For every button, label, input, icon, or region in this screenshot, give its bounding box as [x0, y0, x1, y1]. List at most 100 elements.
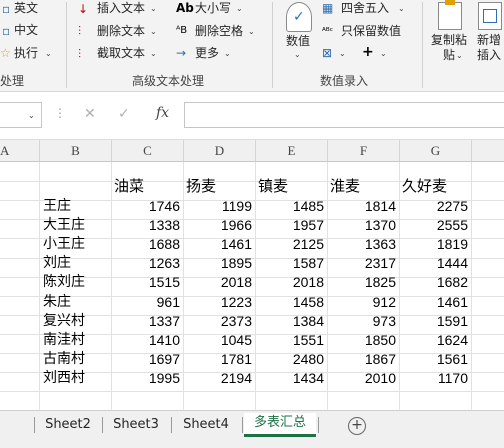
value-cell[interactable]: 1551 — [256, 331, 328, 350]
value-cell[interactable]: 1697 — [112, 350, 184, 369]
cancel-icon[interactable]: ✕ — [84, 106, 96, 122]
column-header-b[interactable]: B — [40, 140, 112, 162]
value-cell[interactable]: 1461 — [184, 235, 256, 254]
row-name-cell[interactable]: 南洼村 — [40, 331, 112, 350]
header-cell[interactable]: 淮麦 — [328, 177, 400, 196]
value-cell[interactable]: 2555 — [400, 216, 472, 235]
value-cell[interactable]: 1199 — [184, 197, 256, 216]
tab-sheet4[interactable]: Sheet4 — [173, 415, 239, 437]
value-cell[interactable]: 2018 — [184, 273, 256, 292]
value-cell[interactable]: 1895 — [184, 254, 256, 273]
group-label-numeric-entry: 数值录入 — [320, 74, 369, 88]
value-cell[interactable]: 2317 — [328, 254, 400, 273]
value-cell[interactable]: 1263 — [112, 254, 184, 273]
value-cell[interactable]: 2018 — [256, 273, 328, 292]
header-cell[interactable]: 扬麦 — [184, 177, 256, 196]
row-name-cell[interactable]: 刘西村 — [40, 369, 112, 388]
value-cell[interactable]: 1485 — [256, 197, 328, 216]
chevron-down-icon: ⌄ — [45, 49, 52, 58]
numeric-button[interactable]: 数值 — [286, 33, 310, 49]
row-name-cell[interactable]: 陈刘庄 — [40, 273, 112, 292]
chinese-button[interactable]: 中文 — [14, 22, 38, 38]
value-cell[interactable]: 1957 — [256, 216, 328, 235]
value-cell[interactable]: 1867 — [328, 350, 400, 369]
value-cell[interactable]: 961 — [112, 293, 184, 312]
row-name-cell[interactable]: 复兴村 — [40, 312, 112, 331]
column-header-e[interactable]: E — [256, 140, 328, 162]
insert-text-button[interactable]: 插入文本 — [97, 0, 145, 16]
value-cell[interactable]: 1819 — [400, 235, 472, 254]
row-name-cell[interactable]: 朱庄 — [40, 293, 112, 312]
tab-sheet2[interactable]: Sheet2 — [36, 415, 100, 437]
tab-sheet3[interactable]: Sheet3 — [104, 415, 168, 437]
value-cell[interactable]: 1591 — [400, 312, 472, 331]
value-cell[interactable]: 2373 — [184, 312, 256, 331]
sheet-tab-bar: Sheet2 Sheet3 Sheet4 多表汇总 + — [0, 410, 504, 448]
column-header-g[interactable]: G — [400, 140, 472, 162]
value-cell[interactable]: 2125 — [256, 235, 328, 254]
header-cell[interactable]: 油菜 — [112, 177, 184, 196]
value-cell[interactable]: 1434 — [256, 369, 328, 388]
header-cell[interactable]: 镇麦 — [256, 177, 328, 196]
formula-input[interactable] — [184, 102, 504, 128]
value-cell[interactable]: 2194 — [184, 369, 256, 388]
value-cell[interactable]: 1444 — [400, 254, 472, 273]
value-cell[interactable]: 1850 — [328, 331, 400, 350]
keep-value-button[interactable]: 只保留数值 — [341, 23, 401, 39]
value-cell[interactable]: 973 — [328, 312, 400, 331]
value-cell[interactable]: 1966 — [184, 216, 256, 235]
delete-text-button[interactable]: 删除文本 — [97, 23, 145, 39]
row-name-cell[interactable]: 大王庄 — [40, 216, 112, 235]
row-name-cell[interactable]: 刘庄 — [40, 254, 112, 273]
remove-space-button[interactable]: 删除空格 — [195, 23, 243, 39]
value-cell[interactable]: 1461 — [400, 293, 472, 312]
value-cell[interactable]: 1363 — [328, 235, 400, 254]
row-name-cell[interactable]: 小王庄 — [40, 235, 112, 254]
tab-summary[interactable]: 多表汇总 — [244, 413, 316, 437]
value-cell[interactable]: 1370 — [328, 216, 400, 235]
value-cell[interactable]: 1995 — [112, 369, 184, 388]
column-header-a[interactable]: A — [0, 140, 40, 162]
case-button[interactable]: 大小写 — [195, 0, 231, 16]
english-button[interactable]: 英文 — [14, 0, 38, 16]
row-name-cell[interactable]: 王庄 — [40, 197, 112, 216]
value-cell[interactable]: 2010 — [328, 369, 400, 388]
value-cell[interactable]: 1384 — [256, 312, 328, 331]
value-cell[interactable]: 912 — [328, 293, 400, 312]
add-sheet-icon[interactable]: + — [348, 417, 366, 435]
value-cell[interactable]: 1688 — [112, 235, 184, 254]
column-header-c[interactable]: C — [112, 140, 184, 162]
value-cell[interactable]: 1410 — [112, 331, 184, 350]
column-header-h[interactable] — [472, 140, 504, 162]
value-cell[interactable]: 1338 — [112, 216, 184, 235]
worksheet-grid[interactable]: A B C D E F G 油菜 扬麦 镇麦 淮麦 久好麦 王庄 1746 1199 1485 1… — [0, 140, 504, 410]
value-cell[interactable]: 1045 — [184, 331, 256, 350]
row-name-cell[interactable]: 古南村 — [40, 350, 112, 369]
header-cell[interactable]: 久好麦 — [400, 177, 472, 196]
column-header-f[interactable]: F — [328, 140, 400, 162]
new-insert-button[interactable]: 新增插入 — [473, 33, 504, 63]
more-button[interactable]: 更多 — [195, 45, 219, 61]
confirm-icon[interactable]: ✓ — [118, 106, 130, 122]
value-cell[interactable]: 1781 — [184, 350, 256, 369]
round-button[interactable]: 四舍五入 — [341, 0, 389, 16]
value-cell[interactable]: 1561 — [400, 350, 472, 369]
value-cell[interactable]: 1682 — [400, 273, 472, 292]
extract-text-button[interactable]: 截取文本 — [97, 45, 145, 61]
name-box[interactable]: ⌄ — [0, 102, 42, 128]
execute-button[interactable]: 执行 — [14, 45, 38, 61]
insert-function-icon[interactable]: fx — [156, 105, 169, 121]
value-cell[interactable]: 1746 — [112, 197, 184, 216]
value-cell[interactable]: 1223 — [184, 293, 256, 312]
value-cell[interactable]: 1170 — [400, 369, 472, 388]
value-cell[interactable]: 1515 — [112, 273, 184, 292]
value-cell[interactable]: 1458 — [256, 293, 328, 312]
value-cell[interactable]: 1337 — [112, 312, 184, 331]
value-cell[interactable]: 1587 — [256, 254, 328, 273]
column-header-d[interactable]: D — [184, 140, 256, 162]
value-cell[interactable]: 1814 — [328, 197, 400, 216]
value-cell[interactable]: 1825 — [328, 273, 400, 292]
value-cell[interactable]: 2480 — [256, 350, 328, 369]
value-cell[interactable]: 1624 — [400, 331, 472, 350]
value-cell[interactable]: 2275 — [400, 197, 472, 216]
